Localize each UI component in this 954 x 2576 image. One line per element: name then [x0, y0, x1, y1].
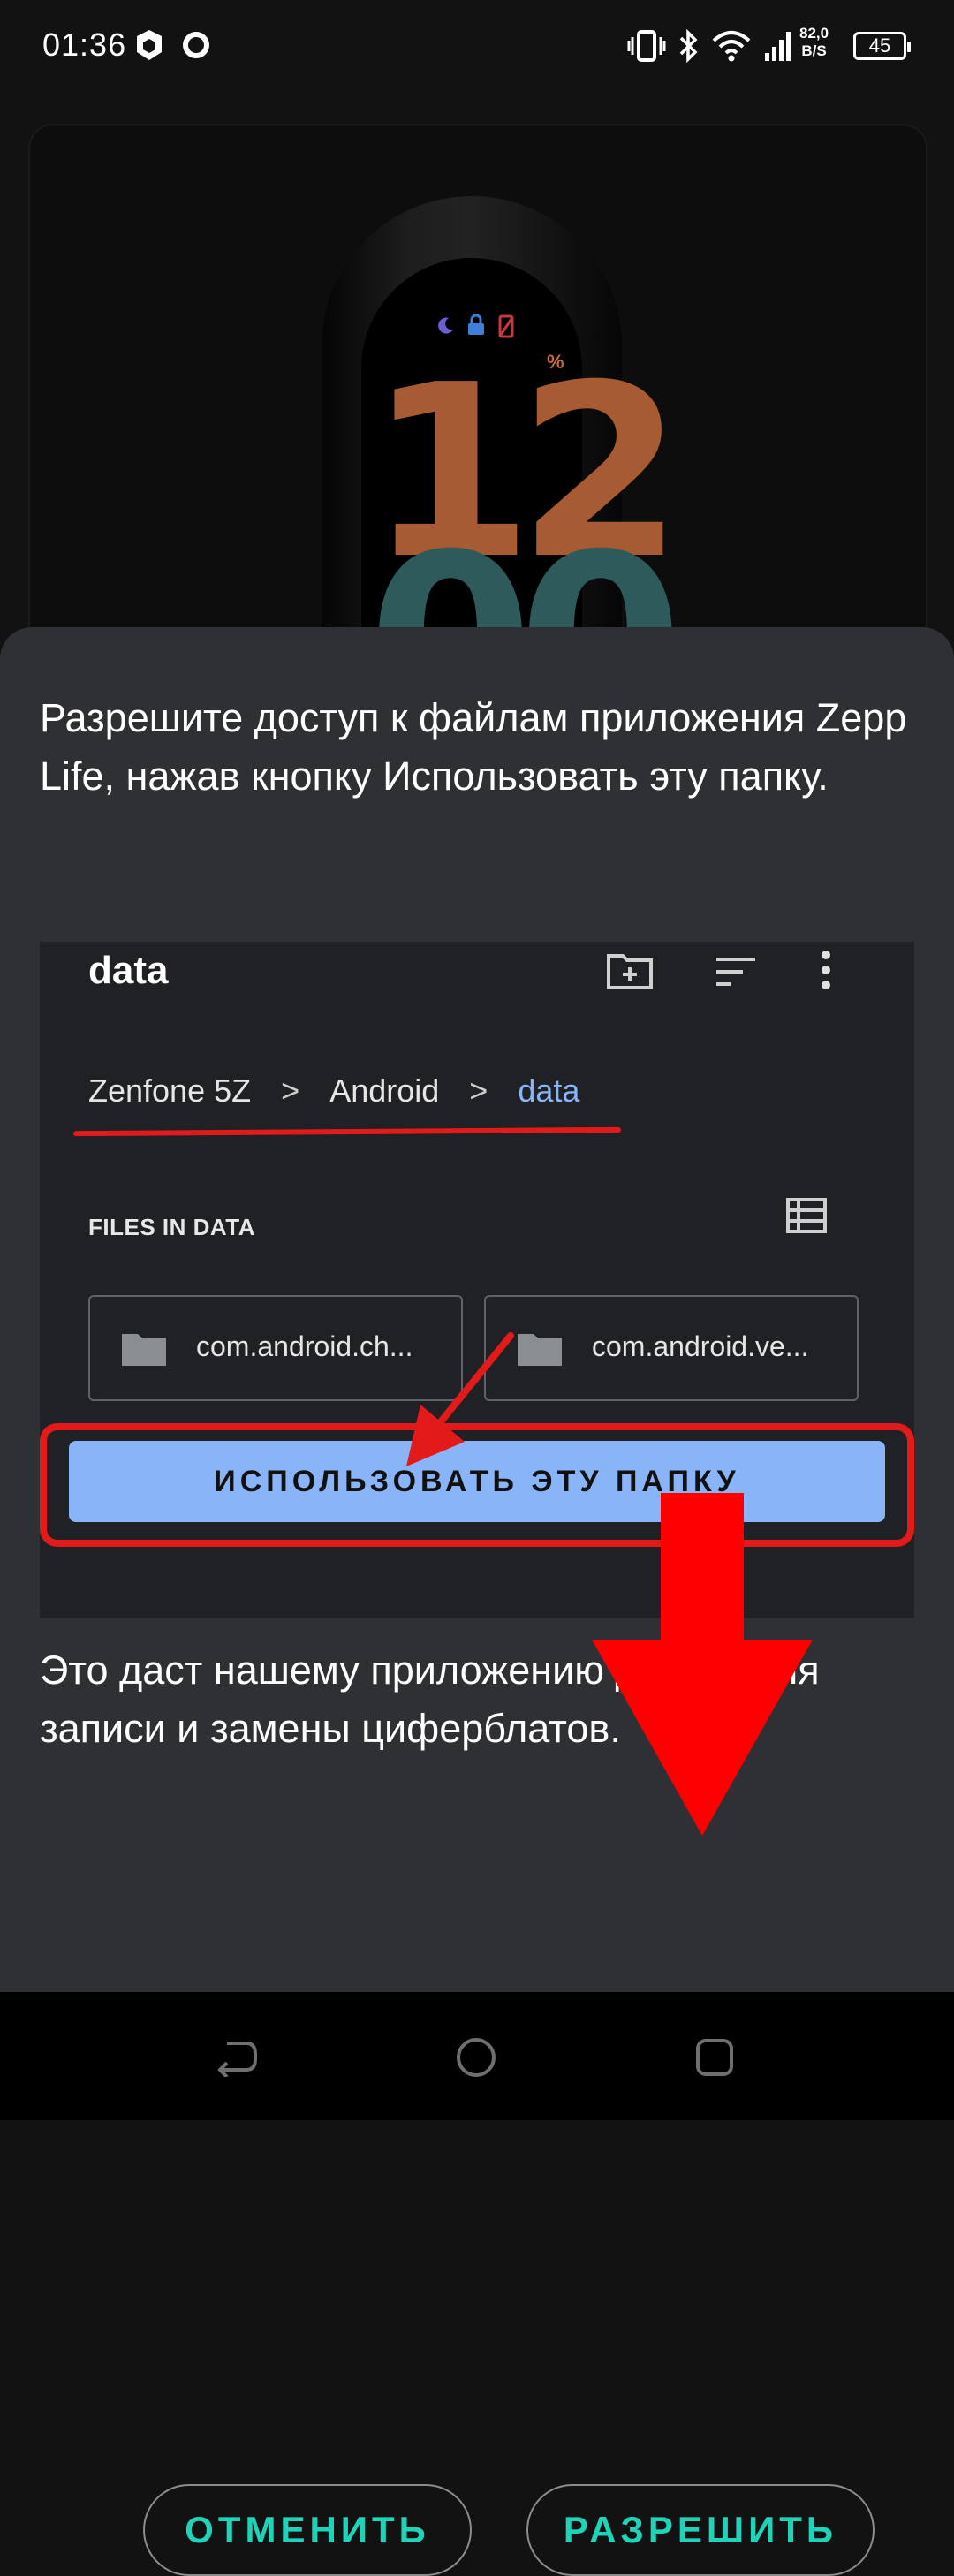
chevron-right-icon: >: [469, 1072, 488, 1109]
bluetooth-icon: [679, 28, 698, 64]
network-speed-unit: B/S: [801, 42, 827, 59]
new-folder-icon: [607, 954, 653, 989]
home-icon[interactable]: [455, 2036, 497, 2079]
navigation-bar: [0, 1992, 954, 2120]
vibrate-icon: [627, 30, 666, 62]
cancel-button[interactable]: ОТМЕНИТЬ: [143, 2484, 472, 2576]
circle-icon: [183, 32, 209, 58]
chevron-right-icon: >: [281, 1072, 300, 1109]
annotation-underline: [72, 1126, 622, 1137]
files-section-header: FILES IN DATA: [88, 1214, 255, 1240]
more-vert-icon: [822, 951, 830, 989]
signal-icon: [765, 32, 791, 61]
shield-icon: [137, 30, 162, 60]
folder-chip: com.android.ve...: [484, 1295, 859, 1401]
back-icon[interactable]: [215, 2036, 259, 2077]
wifi-icon: [712, 31, 751, 62]
breadcrumb-item: Zenfone 5Z: [88, 1072, 252, 1109]
status-bar: 01:36 82,0 B/S 45: [0, 0, 954, 97]
folder-name: com.android.ve...: [592, 1330, 809, 1362]
battery-indicator: 45: [853, 32, 911, 60]
breadcrumb: Zenfone 5Z > Android > data: [88, 1072, 579, 1110]
allow-button[interactable]: РАЗРЕШИТЬ: [526, 2484, 874, 2576]
list-view-icon: [786, 1198, 827, 1233]
status-time: 01:36: [42, 27, 127, 63]
recents-icon[interactable]: [693, 2036, 736, 2079]
folder-title: data: [88, 949, 169, 992]
network-speed: 82,0 B/S: [799, 25, 829, 60]
dialog-message: Разрешите доступ к файлам приложения Zep…: [40, 695, 907, 799]
annotation-arrow-down: [592, 1493, 813, 1836]
sort-icon: [716, 958, 755, 986]
breadcrumb-item-current: data: [518, 1072, 580, 1109]
annotation-arrow-small: [406, 1332, 514, 1466]
network-speed-value: 82,0: [799, 25, 829, 42]
breadcrumb-item: Android: [329, 1072, 440, 1109]
folder-icon: [122, 1334, 166, 1366]
